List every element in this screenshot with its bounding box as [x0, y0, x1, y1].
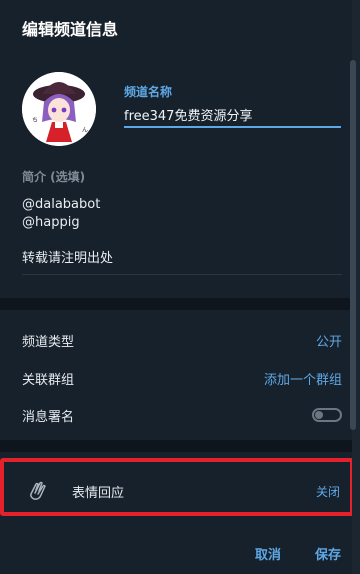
channel-type-row[interactable]: 频道类型 公开: [22, 325, 342, 355]
dialog-title: 编辑频道信息: [22, 20, 119, 39]
channel-name-label: 频道名称: [124, 85, 173, 99]
sign-messages-row[interactable]: 消息署名: [22, 400, 342, 430]
toggle-knob: [315, 411, 323, 419]
channel-avatar[interactable]: ち ん: [22, 72, 96, 146]
clapping-hands-icon: [30, 481, 46, 500]
linked-group-label: 关联群组: [22, 372, 75, 388]
reactions-row[interactable]: 表情回应 关闭: [0, 458, 354, 516]
section-divider: [0, 440, 352, 452]
section-divider: [0, 298, 352, 310]
cancel-button[interactable]: 取消: [255, 544, 281, 563]
linked-group-row[interactable]: 关联群组 添加一个群组: [22, 363, 342, 393]
channel-type-value: 公开: [315, 334, 342, 350]
sign-messages-label: 消息署名: [22, 409, 75, 425]
svg-text:ん: ん: [82, 127, 88, 134]
channel-type-label: 频道类型: [22, 334, 75, 350]
svg-text:ち: ち: [32, 117, 38, 124]
avatar-illustration: ち ん: [22, 72, 96, 146]
reactions-label: 表情回应: [72, 486, 125, 501]
dialog-footer: 取消 保存: [0, 530, 352, 574]
sign-messages-toggle[interactable]: [312, 408, 342, 422]
description-input[interactable]: @dalababot @happig 转载请注明出处: [22, 196, 342, 268]
description-label: 简介 (选填): [22, 170, 86, 184]
edit-channel-dialog: 编辑频道信息 ち ん 频道名称 简介 (选填) @dalababot @happ…: [0, 0, 360, 574]
linked-group-value: 添加一个群组: [263, 372, 342, 388]
description-underline: [22, 274, 342, 275]
channel-name-input[interactable]: [124, 102, 341, 128]
next-row-peek: [22, 516, 342, 526]
reactions-value: 关闭: [316, 485, 341, 499]
scrollbar-thumb[interactable]: [350, 60, 356, 430]
save-button[interactable]: 保存: [315, 544, 341, 563]
